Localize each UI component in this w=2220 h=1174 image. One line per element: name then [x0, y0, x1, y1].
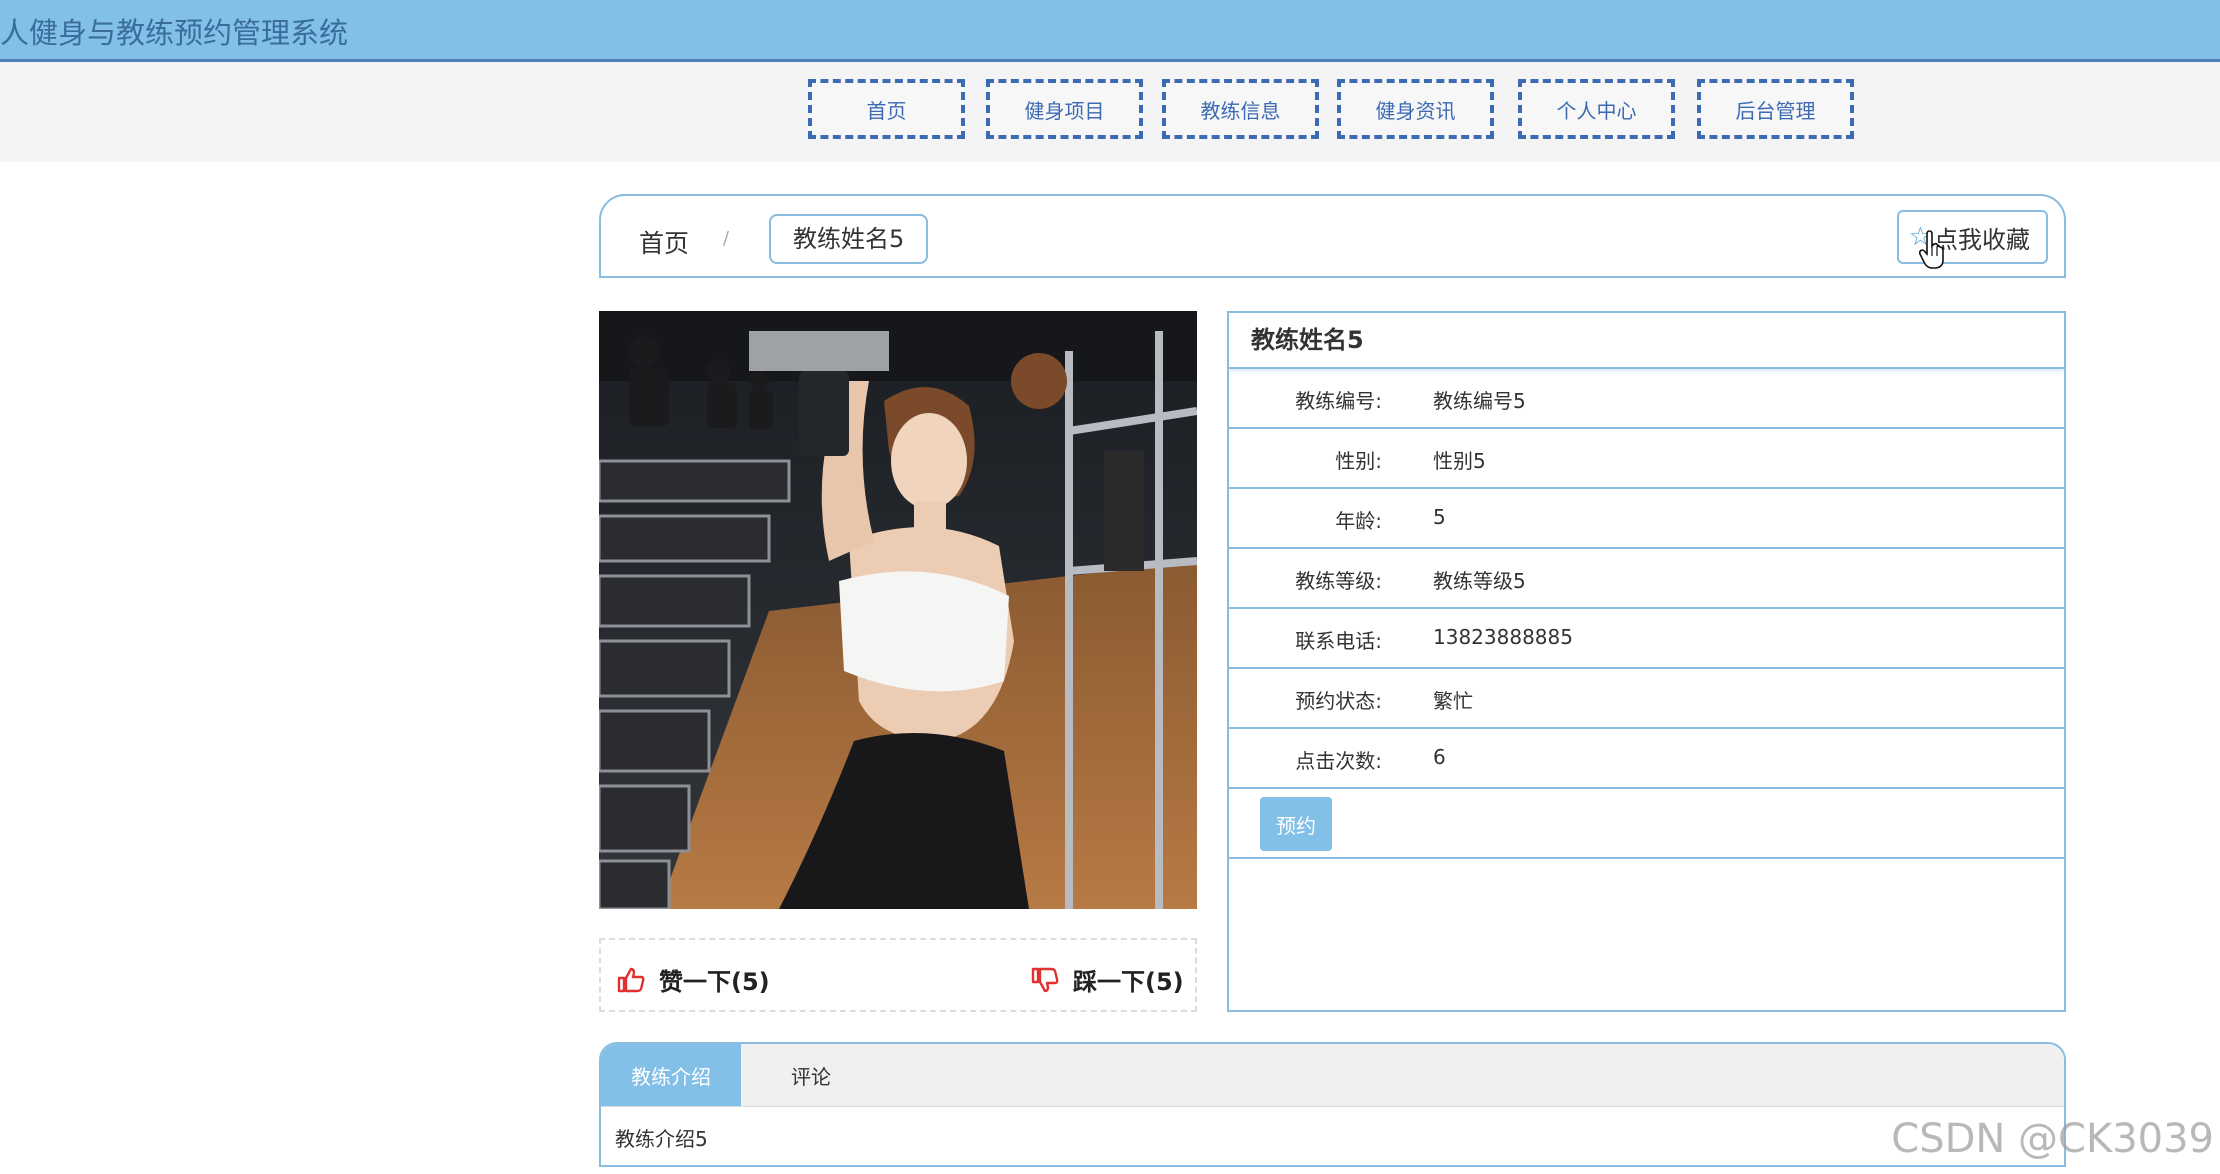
info-value: 性别5 [1433, 449, 1486, 473]
breadcrumb-home-link[interactable]: 首页 [639, 224, 689, 260]
dislike-button[interactable]: 踩一下(5) [1031, 962, 1184, 997]
info-label: 教练等级: [1295, 569, 1382, 593]
breadcrumb: 首页 / 教练姓名5 ☆ 点我收藏 [599, 194, 2066, 278]
book-button[interactable]: 预约 [1260, 797, 1332, 851]
info-value: 教练编号5 [1433, 389, 1526, 413]
booking-row: 预约 [1229, 789, 2064, 859]
info-row-click-count: 点击次数: 6 [1229, 729, 2064, 789]
thumbs-down-icon [1031, 967, 1059, 992]
main-nav: 首页 健身项目 教练信息 健身资讯 个人中心 后台管理 [0, 62, 2220, 162]
tab-strip: 教练介绍 评论 [601, 1044, 2064, 1107]
info-label: 联系电话: [1295, 629, 1382, 653]
vote-bar: 赞一下(5) 踩一下(5) [599, 938, 1197, 1012]
nav-item-personal-center[interactable]: 个人中心 [1518, 79, 1675, 139]
info-row-booking-status: 预约状态: 繁忙 [1229, 669, 2064, 729]
nav-item-coach-info[interactable]: 教练信息 [1162, 79, 1319, 139]
info-label: 预约状态: [1295, 689, 1382, 713]
coach-name-heading: 教练姓名5 [1229, 313, 2064, 369]
info-value: 5 [1433, 505, 1446, 529]
info-value: 6 [1433, 745, 1446, 769]
nav-item-admin[interactable]: 后台管理 [1697, 79, 1854, 139]
nav-item-fitness-projects[interactable]: 健身项目 [986, 79, 1143, 139]
info-row-phone: 联系电话: 13823888885 [1229, 609, 2064, 669]
info-label: 点击次数: [1295, 749, 1382, 773]
info-value: 13823888885 [1433, 625, 1573, 649]
info-row-age: 年龄: 5 [1229, 489, 2064, 549]
like-button[interactable]: 赞一下(5) [617, 962, 770, 997]
coach-photo [599, 311, 1197, 909]
watermark: CSDN @CK3039 [1891, 1116, 2214, 1162]
dislike-label: 踩一下(5) [1073, 968, 1184, 996]
nav-item-fitness-news[interactable]: 健身资讯 [1337, 79, 1494, 139]
info-label: 性别: [1335, 449, 1382, 473]
favorite-label: 点我收藏 [1934, 225, 2030, 254]
like-label: 赞一下(5) [659, 968, 770, 996]
info-label: 教练编号: [1295, 389, 1382, 413]
info-value: 繁忙 [1433, 689, 1473, 713]
thumbs-up-icon [617, 967, 645, 992]
detail-tabs: 教练介绍 评论 教练介绍5 [599, 1042, 2066, 1167]
info-label: 年龄: [1335, 509, 1382, 533]
tab-comments[interactable]: 评论 [741, 1044, 881, 1106]
breadcrumb-current: 教练姓名5 [769, 214, 929, 264]
nav-item-home[interactable]: 首页 [808, 79, 965, 139]
site-title: 人健身与教练预约管理系统 [0, 16, 349, 50]
tab-coach-intro[interactable]: 教练介绍 [601, 1044, 741, 1106]
info-row-gender: 性别: 性别5 [1229, 429, 2064, 489]
tab-content: 教练介绍5 [615, 1127, 708, 1151]
breadcrumb-separator: / [723, 228, 730, 249]
coach-info-panel: 教练姓名5 教练编号: 教练编号5 性别: 性别5 年龄: 5 教练等级: 教练… [1227, 311, 2066, 1012]
info-row-level: 教练等级: 教练等级5 [1229, 549, 2064, 609]
hand-cursor-icon [1919, 230, 1944, 269]
info-row-coach-id: 教练编号: 教练编号5 [1229, 369, 2064, 429]
site-header: 人健身与教练预约管理系统 [0, 0, 2220, 62]
info-value: 教练等级5 [1433, 569, 1526, 593]
